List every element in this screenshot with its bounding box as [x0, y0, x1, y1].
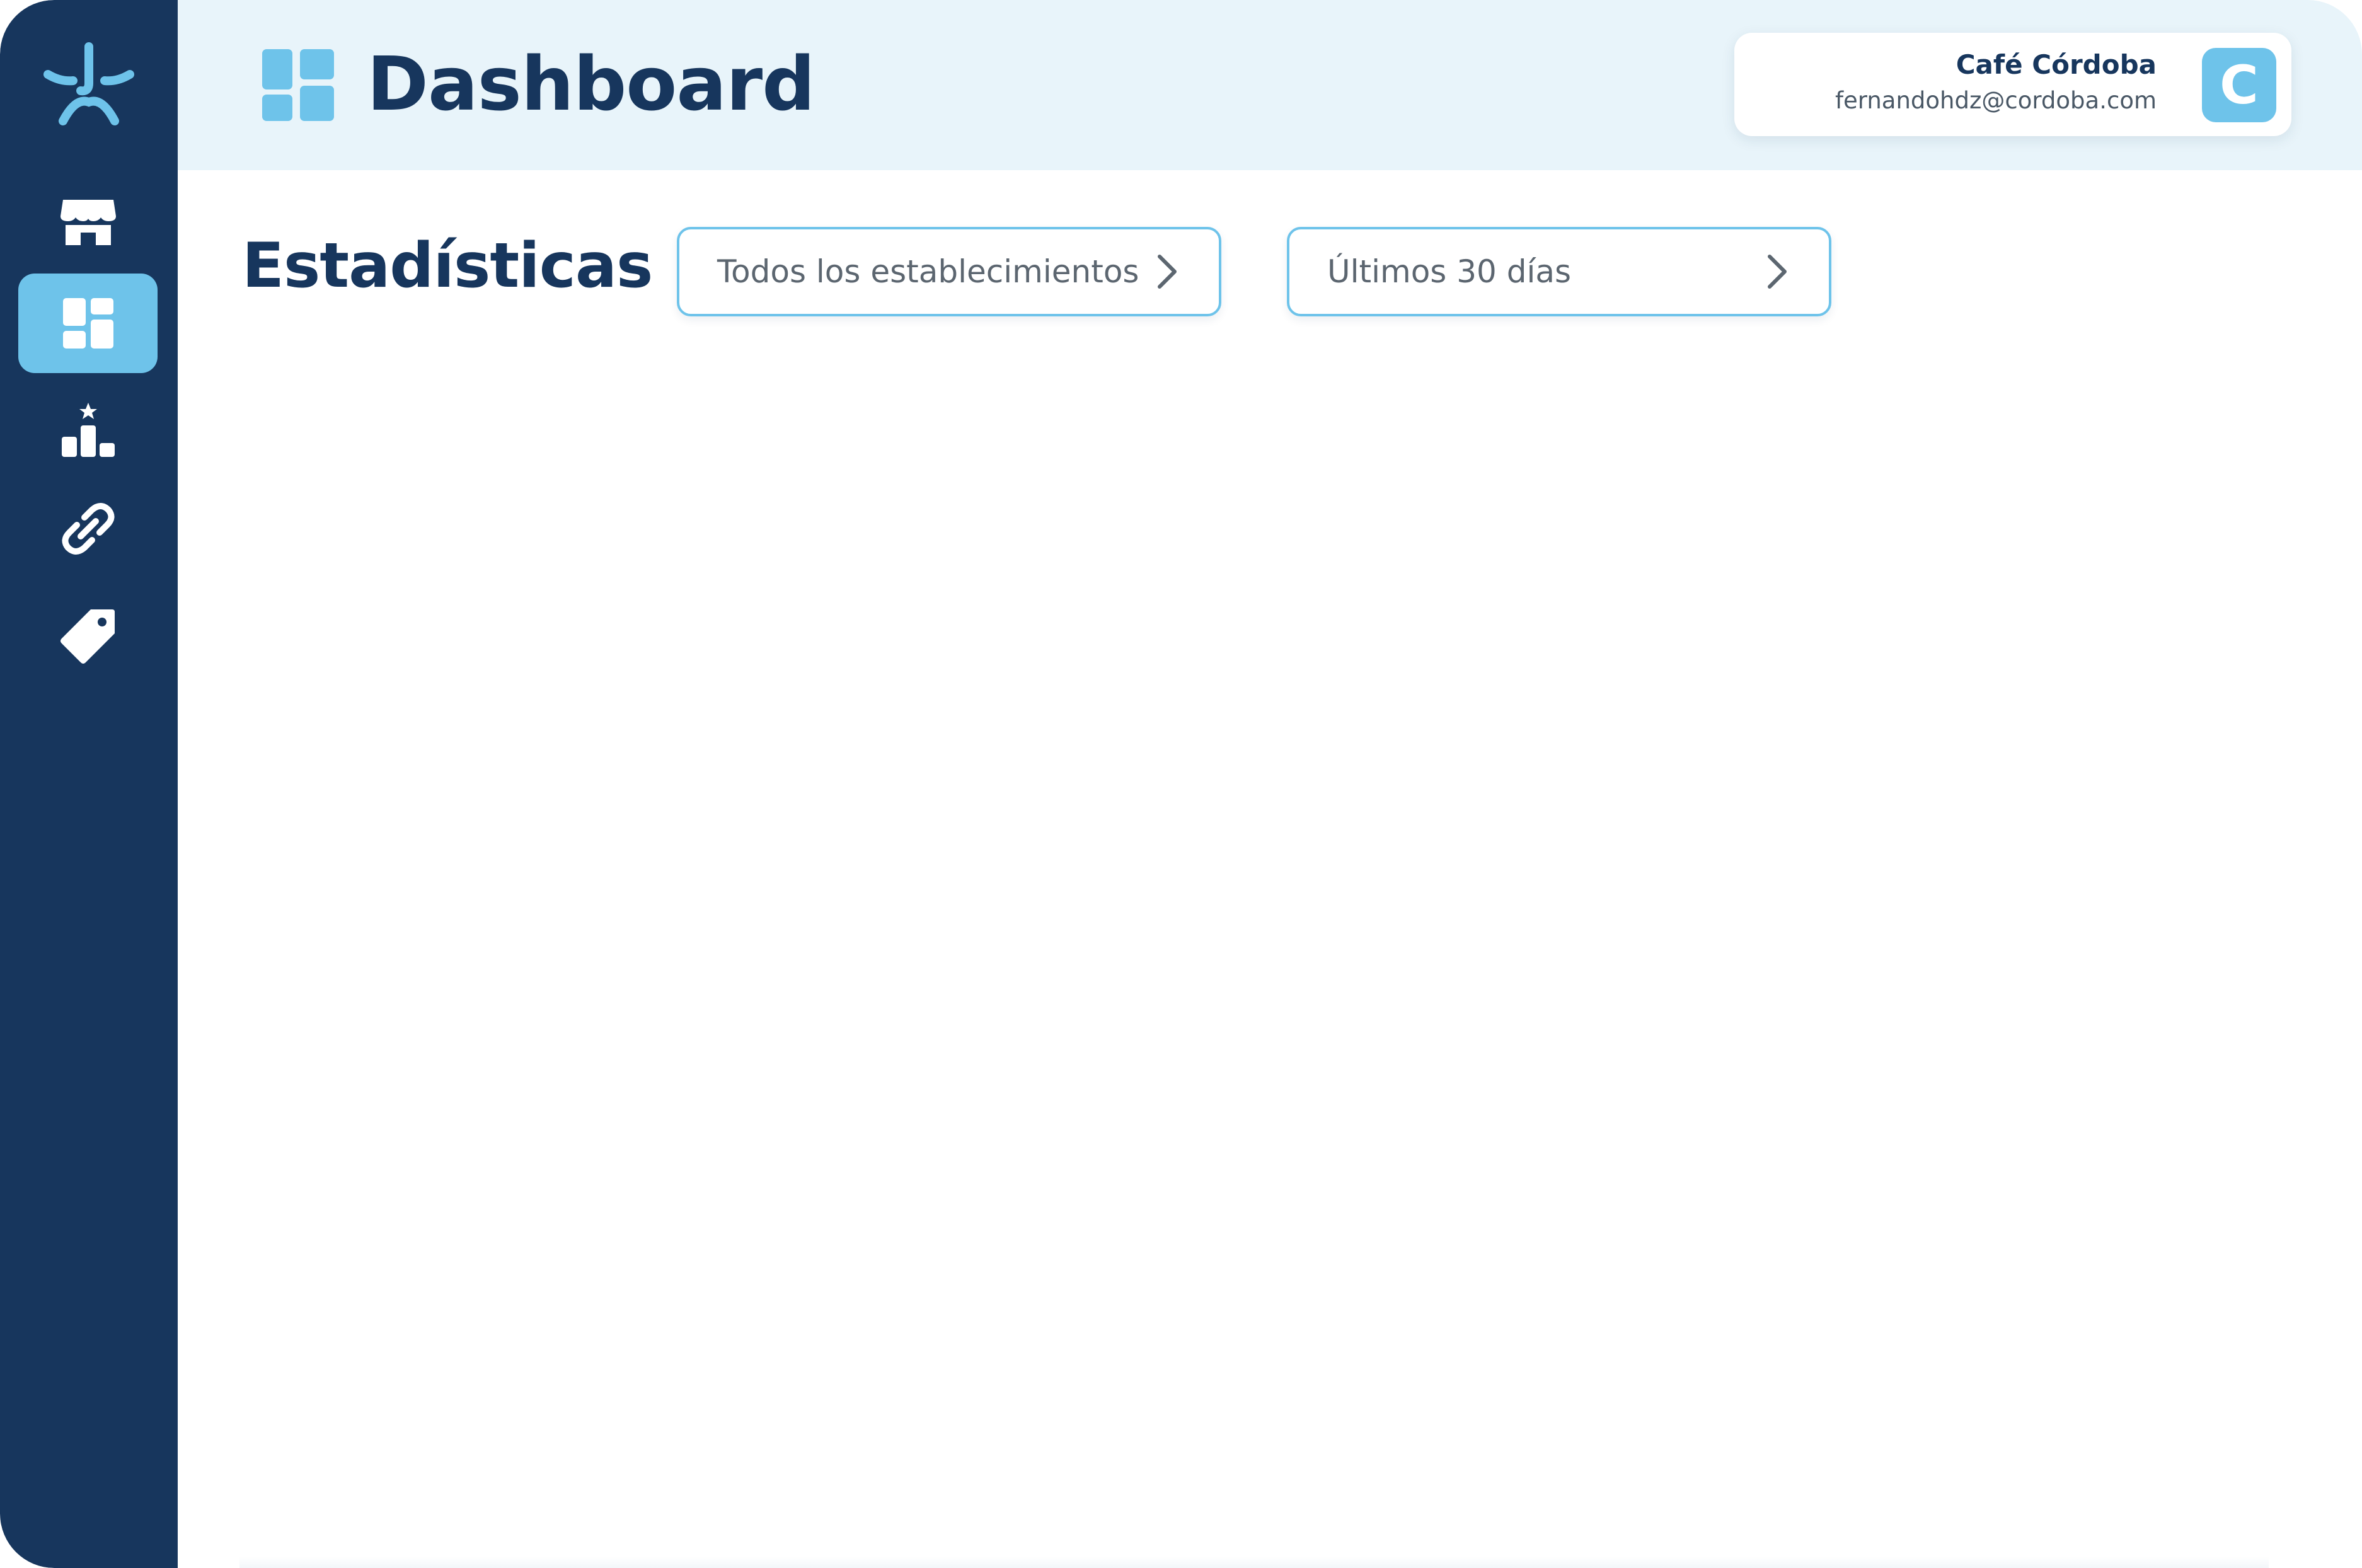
user-email: fernandohdz@cordoba.com: [1835, 87, 2157, 114]
sidebar: [0, 0, 178, 1568]
establishment-filter-label: Todos los establecimientos: [717, 253, 1139, 290]
section-title: Estadísticas: [242, 230, 653, 302]
dashboard-icon: [262, 49, 334, 121]
top-header: Dashboard Café Córdoba fernandohdz@cordo…: [178, 0, 2362, 170]
page-title: Dashboard: [367, 40, 815, 127]
date-range-filter-label: Últimos 30 días: [1327, 253, 1572, 290]
chevron-right-icon: [1158, 255, 1177, 289]
sidebar-item-dashboard[interactable]: [18, 274, 158, 373]
link-icon: [62, 503, 114, 555]
date-range-filter-button[interactable]: Últimos 30 días: [1287, 227, 1831, 316]
content-bottom-edge: [239, 1557, 2269, 1568]
app-window: Dashboard Café Córdoba fernandohdz@cordo…: [0, 0, 2362, 1568]
establishment-filter-button[interactable]: Todos los establecimientos: [677, 227, 1221, 316]
brand-logo-icon[interactable]: [39, 39, 139, 139]
chevron-right-icon: [1768, 255, 1787, 289]
dashboard-icon: [62, 298, 113, 349]
sidebar-item-links[interactable]: [18, 479, 158, 579]
sidebar-item-tags[interactable]: [18, 586, 158, 686]
user-name: Café Córdoba: [1956, 49, 2157, 80]
sidebar-item-store[interactable]: [18, 171, 158, 271]
avatar[interactable]: C: [2202, 48, 2276, 122]
user-account-card[interactable]: Café Córdoba fernandohdz@cordoba.com C: [1734, 33, 2291, 136]
sidebar-item-ranking[interactable]: [18, 381, 158, 480]
tag-icon: [60, 609, 115, 664]
podium-icon: [61, 403, 115, 457]
store-icon: [60, 200, 116, 245]
